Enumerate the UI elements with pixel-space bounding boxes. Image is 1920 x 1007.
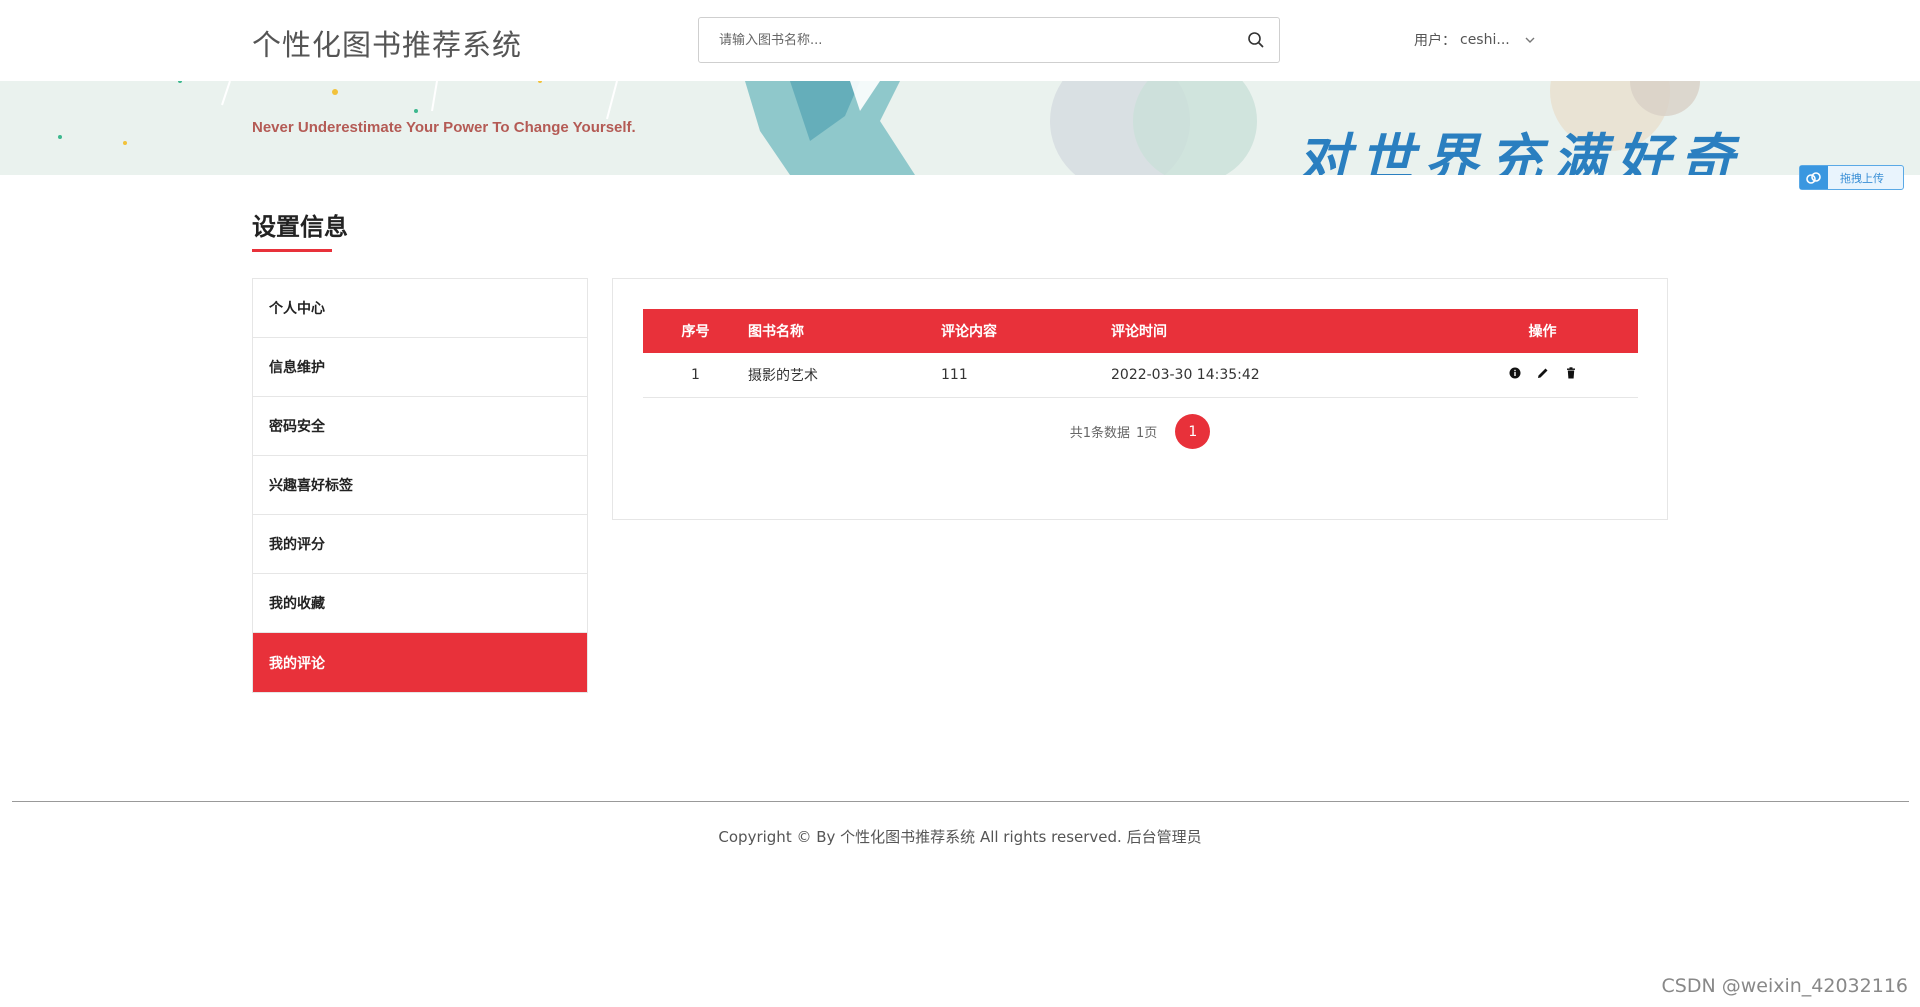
pagination: 共1条数据 1页 1 (613, 414, 1667, 449)
table-row: 1 摄影的艺术 111 2022-03-30 14:35:42 (643, 353, 1638, 398)
column-header-index: 序号 (643, 309, 748, 353)
row-content: 111 (941, 353, 1111, 398)
row-time: 2022-03-30 14:35:42 (1111, 353, 1447, 398)
sidebar-item-info-maintenance[interactable]: 信息维护 (253, 338, 587, 397)
sidebar-item-my-ratings[interactable]: 我的评分 (253, 515, 587, 574)
pagination-pages: 1页 (1136, 426, 1158, 441)
table-header-row: 序号 图书名称 评论内容 评论时间 操作 (643, 309, 1638, 353)
comments-table: 序号 图书名称 评论内容 评论时间 操作 1 摄影的艺术 111 2022-03… (643, 309, 1638, 398)
title-underline (252, 249, 332, 252)
column-header-content: 评论内容 (941, 309, 1111, 353)
footer-copyright: Copyright © By 个性化图书推荐系统 All rights rese… (718, 828, 1202, 846)
row-index: 1 (643, 353, 748, 398)
edit-icon[interactable] (1536, 366, 1550, 380)
sidebar-item-interest-tags[interactable]: 兴趣喜好标签 (253, 456, 587, 515)
column-header-actions: 操作 (1447, 309, 1638, 353)
banner: Never Underestimate Your Power To Change… (0, 81, 1920, 175)
user-name: ceshi... (1460, 32, 1510, 48)
column-header-book-name: 图书名称 (748, 309, 941, 353)
site-title[interactable]: 个性化图书推荐系统 (252, 22, 522, 64)
sidebar-item-my-favorites[interactable]: 我的收藏 (253, 574, 587, 633)
user-menu[interactable]: 用户： ceshi... (1414, 30, 1536, 50)
page-title: 设置信息 (252, 213, 348, 241)
upload-badge[interactable]: 拖拽上传 (1799, 165, 1904, 190)
user-label: 用户： (1414, 33, 1456, 49)
chevron-down-icon[interactable] (1524, 34, 1536, 46)
search-box (698, 17, 1280, 63)
watermark: CSDN @weixin_42032116 (1661, 975, 1909, 997)
pagination-total: 共1条数据 (1069, 426, 1130, 441)
sidebar-item-personal-center[interactable]: 个人中心 (253, 279, 587, 338)
header: 个性化图书推荐系统 用户： ceshi... (0, 0, 1920, 81)
search-input[interactable] (699, 18, 1219, 62)
delete-icon[interactable] (1564, 366, 1578, 380)
banner-tagline: Never Underestimate Your Power To Change… (252, 119, 636, 136)
footer-divider (12, 801, 1909, 802)
side-menu: 个人中心 信息维护 密码安全 兴趣喜好标签 我的评分 我的收藏 我的评论 (252, 278, 588, 693)
cloud-icon (1800, 166, 1828, 189)
sidebar-item-my-comments[interactable]: 我的评论 (253, 633, 587, 692)
sidebar-item-password-security[interactable]: 密码安全 (253, 397, 587, 456)
comments-panel: 序号 图书名称 评论内容 评论时间 操作 1 摄影的艺术 111 2022-03… (612, 278, 1668, 520)
banner-slogan: 对世界充满好奇 (1296, 128, 1744, 175)
info-icon[interactable] (1508, 366, 1522, 380)
page-number-button[interactable]: 1 (1175, 414, 1211, 449)
column-header-time: 评论时间 (1111, 309, 1447, 353)
row-book-name: 摄影的艺术 (748, 353, 941, 398)
row-actions (1447, 353, 1638, 398)
search-icon[interactable] (1245, 29, 1267, 51)
upload-badge-label: 拖拽上传 (1840, 171, 1884, 185)
